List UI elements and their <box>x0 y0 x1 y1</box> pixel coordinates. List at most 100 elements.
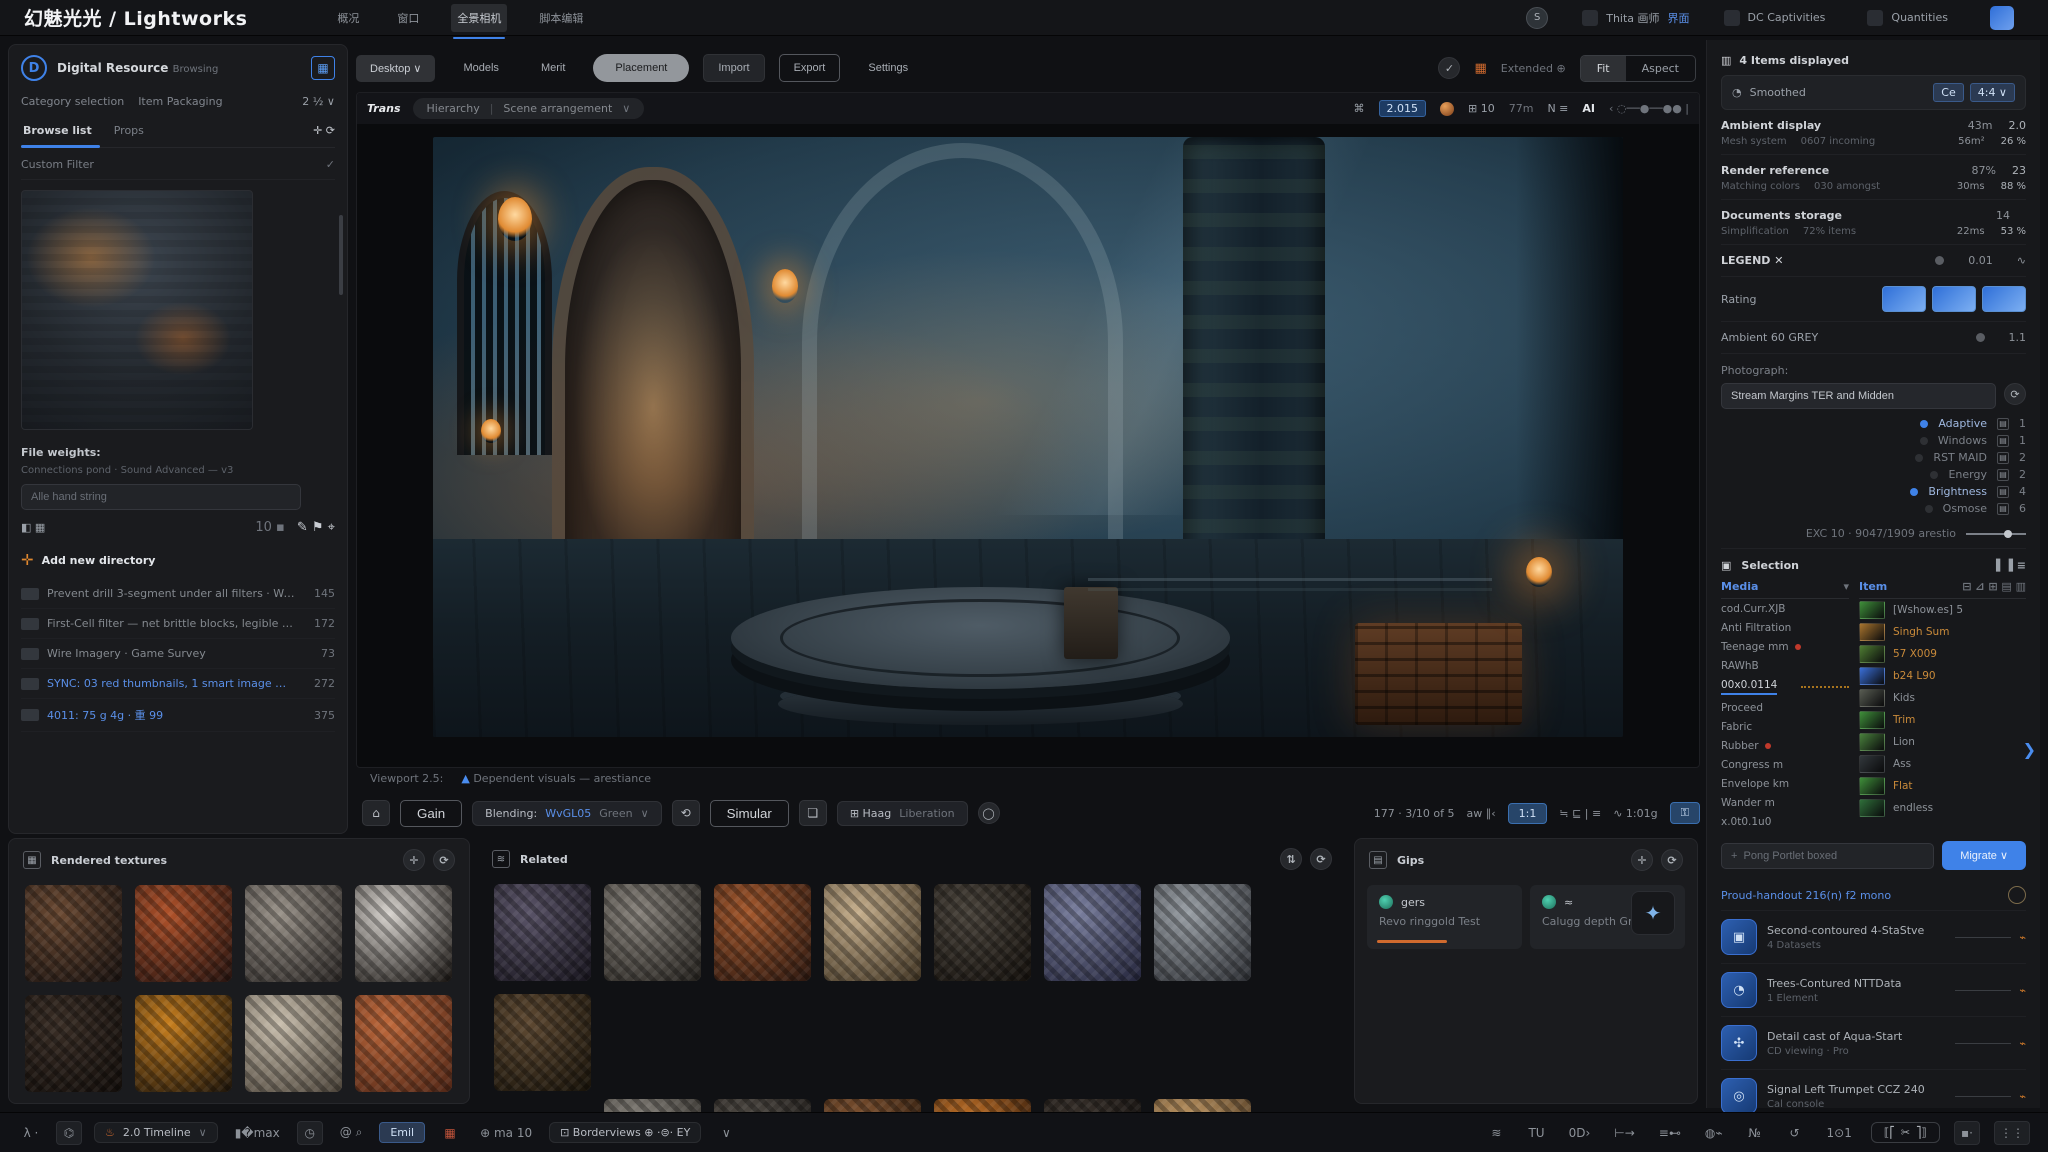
item-row[interactable]: endless <box>1859 797 2026 819</box>
viewport-breadcrumb[interactable]: Hierarchy | Scene arrangement ∨ <box>413 98 645 119</box>
rating-swatch-3[interactable] <box>1982 286 2026 312</box>
clock-icon[interactable]: ◷ <box>297 1121 323 1145</box>
3d-viewport[interactable]: Trans Hierarchy | Scene arrangement ∨ ⌘ … <box>356 92 1700 768</box>
toolbar-button[interactable]: Desktop ∨ <box>356 55 435 82</box>
media-row[interactable]: Anti Filtration <box>1721 618 1849 637</box>
asset-category-item[interactable]: 4011: 75 g 4g · 重 99 375 <box>21 699 335 732</box>
selection-tools[interactable]: ▌▐ ≡ <box>1996 559 2026 572</box>
browser-tab-tools[interactable]: ✛ ⟳ <box>313 124 335 137</box>
texture-tile[interactable] <box>824 884 921 981</box>
zoom-value-chip[interactable]: 2.015 <box>1379 100 1427 117</box>
tab-browse-list[interactable]: Browse list <box>21 120 94 141</box>
panel-scrollbar[interactable] <box>339 215 343 295</box>
chevron-down-icon[interactable]: ∨ <box>713 1121 739 1145</box>
media-row[interactable]: Fabric <box>1721 717 1849 736</box>
ai-toggle[interactable]: AI <box>1582 102 1595 115</box>
checklist-row[interactable]: Adaptive ▤ 1 <box>1721 417 2026 430</box>
item-row[interactable]: Lion <box>1859 731 2026 753</box>
statusbar-tool-icon[interactable]: ≋ <box>1483 1121 1509 1145</box>
texture-tile[interactable] <box>494 994 591 1091</box>
similar-button[interactable]: Simular <box>710 800 789 827</box>
item-row[interactable]: Ass <box>1859 753 2026 775</box>
ce-chip[interactable]: Ce <box>1933 83 1963 102</box>
rendered-scene-image[interactable] <box>433 137 1623 737</box>
smoothed-row[interactable]: ◔ Smoothed Ce 4:4 ∨ <box>1721 75 2026 110</box>
texture-tile[interactable] <box>1154 884 1251 981</box>
texture-tile[interactable] <box>25 885 122 982</box>
media-row[interactable]: Teenage mm <box>1721 637 1849 656</box>
haag-input-group[interactable]: ⊞ Haag Liberation <box>837 801 968 826</box>
end-button-2[interactable]: ⋮⋮ <box>1994 1121 2030 1145</box>
ma-counter[interactable]: ⊕ ma 10 <box>475 1121 537 1145</box>
refresh-stream-icon[interactable]: ⟳ <box>2004 383 2026 405</box>
blending-dropdown[interactable]: Blending: WvGL05 Green ∨ <box>472 801 661 826</box>
home-icon[interactable]: ⌂ <box>362 800 390 826</box>
portlet-search-input[interactable] <box>1721 843 1934 869</box>
record-icon[interactable]: ◯ <box>978 802 1000 824</box>
asset-search-input[interactable] <box>21 484 301 510</box>
timeline-group[interactable]: ♨ 2.0 Timeline ∨ <box>94 1122 218 1143</box>
checklist-row[interactable]: RST MAID ▤ 2 <box>1721 451 2026 464</box>
user-avatar[interactable]: S <box>1526 7 1548 29</box>
custom-filter-row[interactable]: Custom Filter ✓ <box>21 158 335 180</box>
stream-input[interactable] <box>1721 383 1996 409</box>
browser-view-icon[interactable]: ▦ <box>311 56 335 80</box>
shield-icon[interactable]: ✦ <box>1631 891 1675 935</box>
expand-chevron-icon[interactable]: ❯ <box>2023 740 2036 759</box>
property-group[interactable]: Render reference 87%23 Matching colors 0… <box>1721 155 2026 200</box>
main-menu-tab[interactable]: 脚本编辑 <box>533 4 589 32</box>
item-row[interactable]: Kids <box>1859 687 2026 709</box>
property-group[interactable]: Documents storage 14 Simplification 72% … <box>1721 200 2026 245</box>
titlebar-status-item[interactable]: DC Captivities <box>1724 10 1834 26</box>
texture-tile[interactable] <box>135 995 232 1092</box>
item-row[interactable]: [Wshow.es] 5 <box>1859 599 2026 621</box>
item-header-icons[interactable]: ⊟ ⊿ ⊞ ▤ ▥ <box>1962 580 2026 593</box>
checklist-row[interactable]: Windows ▤ 1 <box>1721 434 2026 447</box>
undo-icon[interactable]: ⟲ <box>672 800 700 826</box>
add-directory-row[interactable]: ✛ Add new directory <box>21 551 335 569</box>
asset-preview-thumbnail[interactable] <box>21 190 253 430</box>
toolbar-button[interactable]: Placement <box>593 54 689 82</box>
layer-icons[interactable]: ◧ ▦ <box>21 521 45 534</box>
proud-handout-link[interactable]: Proud-handout 216(n) f2 mono <box>1721 880 2026 910</box>
titlebar-status-item[interactable]: Thita 画师 界面 <box>1582 10 1689 26</box>
item-row[interactable]: 57 X009 <box>1859 643 2026 665</box>
texture-tile[interactable] <box>25 995 122 1092</box>
toolbar-button[interactable]: Settings <box>854 55 922 81</box>
segment-option[interactable]: Fit <box>1581 56 1626 81</box>
filter-category[interactable]: Category selection <box>21 95 124 108</box>
main-menu-tab[interactable]: 全景相机 <box>451 4 507 32</box>
dataset-item[interactable]: ✣ Detail cast of Aqua-Start CD viewing ·… <box>1721 1016 2026 1069</box>
item-row[interactable]: b24 L90 <box>1859 665 2026 687</box>
app-switcher-icon[interactable] <box>1990 6 2014 30</box>
end-button-1[interactable]: ▪· <box>1954 1121 1980 1145</box>
refresh-related-button[interactable]: ⟳ <box>1310 848 1332 870</box>
grid-size-chip[interactable]: ⊞ 10 <box>1468 102 1495 115</box>
texture-tile[interactable] <box>714 884 811 981</box>
rating-swatch-2[interactable] <box>1932 286 1976 312</box>
bot-icon[interactable]: ⌬ <box>56 1121 82 1145</box>
tab-props[interactable]: Props <box>112 120 146 141</box>
stack-icon[interactable]: ❏ <box>799 800 827 826</box>
checklist-row[interactable]: Osmose ▤ 6 <box>1721 502 2026 515</box>
toolbar-button[interactable]: Import <box>703 54 764 82</box>
mention-icon[interactable]: @ ⌕ <box>335 1121 368 1145</box>
media-row[interactable]: Rubber <box>1721 736 1849 755</box>
edit-flag-target-icons[interactable]: ✎ ⚑ ⌖ <box>297 520 335 535</box>
property-group[interactable]: Ambient display 43m2.0 Mesh system 0607 … <box>1721 110 2026 155</box>
texture-tile[interactable] <box>355 995 452 1092</box>
toolbar-button[interactable]: Models <box>449 55 512 81</box>
media-row[interactable]: Congress m <box>1721 755 1849 774</box>
toolbar-button[interactable]: Export <box>779 54 841 82</box>
statusbar-tool-icon[interactable]: № <box>1742 1121 1768 1145</box>
media-row[interactable]: RAWhB <box>1721 656 1849 675</box>
titlebar-status-item[interactable]: Quantities <box>1867 10 1956 26</box>
add-texture-button[interactable]: ✛ <box>403 849 425 871</box>
texture-tile[interactable] <box>1044 884 1141 981</box>
grid-toggle-icon[interactable]: ▦ <box>1474 61 1486 76</box>
legend-row[interactable]: LEGEND ✕ 0.01 ∿ <box>1721 245 2026 277</box>
add-gips-button[interactable]: ✛ <box>1631 849 1653 871</box>
texture-tile[interactable] <box>494 884 591 981</box>
extended-label[interactable]: Extended ⊕ <box>1501 62 1566 75</box>
ratio-1-1-button[interactable]: 1:1 <box>1508 803 1548 824</box>
